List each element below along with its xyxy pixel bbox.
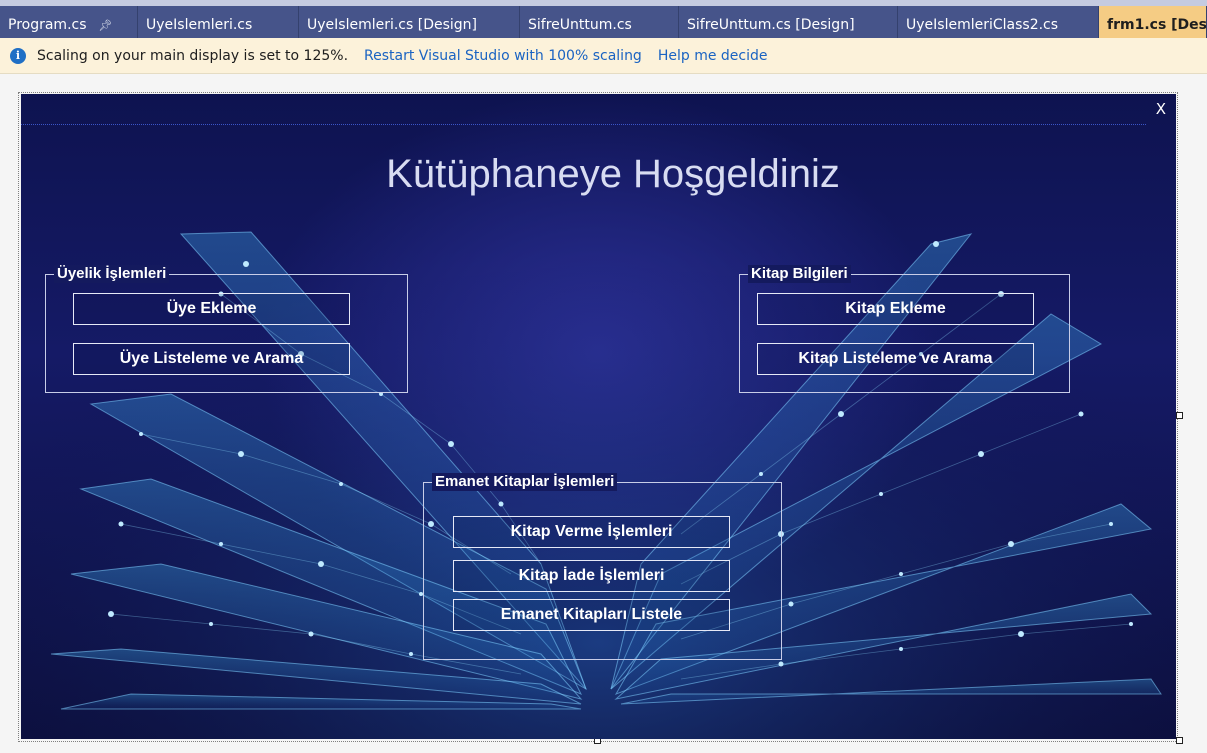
resize-handle-corner[interactable]: [1176, 737, 1183, 744]
main-form: X Kütüphaneye Hoşgeldiniz Üyelik İşlemle…: [21, 94, 1176, 739]
tab-label: UyeIslemleriClass2.cs: [906, 17, 1059, 33]
tab-sifreunttum-design[interactable]: SifreUnttum.cs [Design]: [679, 6, 898, 38]
tab-program-cs[interactable]: Program.cs 📌︎: [0, 6, 138, 38]
emanet-kitaplar-group: Emanet Kitaplar İşlemleri Kitap Verme İş…: [423, 473, 782, 660]
kitap-group-title: Kitap Bilgileri: [748, 265, 851, 283]
uyelik-islemleri-group: Üyelik İşlemleri Üye Ekleme Üye Listelem…: [45, 265, 408, 393]
tab-uyeislemleri-cs[interactable]: UyeIslemleri.cs: [138, 6, 299, 38]
emanet-group-title: Emanet Kitaplar İşlemleri: [432, 473, 618, 491]
uyelik-group-title: Üyelik İşlemleri: [54, 265, 170, 283]
infobar-message: Scaling on your main display is set to 1…: [37, 47, 349, 64]
info-icon: i: [10, 47, 26, 64]
kitap-verme-button[interactable]: Kitap Verme İşlemleri: [453, 516, 730, 548]
restart-scaling-link[interactable]: Restart Visual Studio with 100% scaling: [364, 48, 642, 64]
kitap-ekleme-button[interactable]: Kitap Ekleme: [757, 293, 1034, 325]
tab-frm1-design[interactable]: frm1.cs [Design]: [1099, 6, 1207, 38]
welcome-title: Kütüphaneye Hoşgeldiniz: [386, 152, 840, 196]
tab-uyeislemleri-design[interactable]: UyeIslemleri.cs [Design]: [299, 6, 520, 38]
kitap-listeleme-button[interactable]: Kitap Listeleme ve Arama: [757, 343, 1034, 375]
pin-icon[interactable]: 📌︎: [99, 19, 113, 32]
close-icon[interactable]: X: [1156, 100, 1166, 118]
tab-label: Program.cs: [8, 17, 87, 33]
help-me-decide-link[interactable]: Help me decide: [658, 48, 768, 64]
tab-label: UyeIslemleri.cs: [146, 17, 253, 33]
tab-uyeislemlericlass2-cs[interactable]: UyeIslemleriClass2.cs: [898, 6, 1099, 38]
resize-handle-right[interactable]: [1176, 412, 1183, 419]
designer-surface: X Kütüphaneye Hoşgeldiniz Üyelik İşlemle…: [0, 74, 1207, 753]
uye-ekleme-button[interactable]: Üye Ekleme: [73, 293, 350, 325]
tab-label: SifreUnttum.cs: [528, 17, 632, 33]
tab-sifreunttum-cs[interactable]: SifreUnttum.cs: [520, 6, 679, 38]
form-title-separator: [21, 124, 1146, 125]
document-tab-bar: Program.cs 📌︎ UyeIslemleri.cs UyeIslemle…: [0, 6, 1207, 38]
scaling-infobar: i Scaling on your main display is set to…: [0, 38, 1207, 74]
uye-listeleme-button[interactable]: Üye Listeleme ve Arama: [73, 343, 350, 375]
tab-label: frm1.cs [Design]: [1107, 17, 1207, 33]
tab-label: UyeIslemleri.cs [Design]: [307, 17, 478, 33]
tab-label: SifreUnttum.cs [Design]: [687, 17, 855, 33]
kitap-iade-button[interactable]: Kitap İade İşlemleri: [453, 560, 730, 592]
kitap-bilgileri-group: Kitap Bilgileri Kitap Ekleme Kitap Liste…: [739, 265, 1070, 393]
emanet-listele-button[interactable]: Emanet Kitapları Listele: [453, 599, 730, 631]
